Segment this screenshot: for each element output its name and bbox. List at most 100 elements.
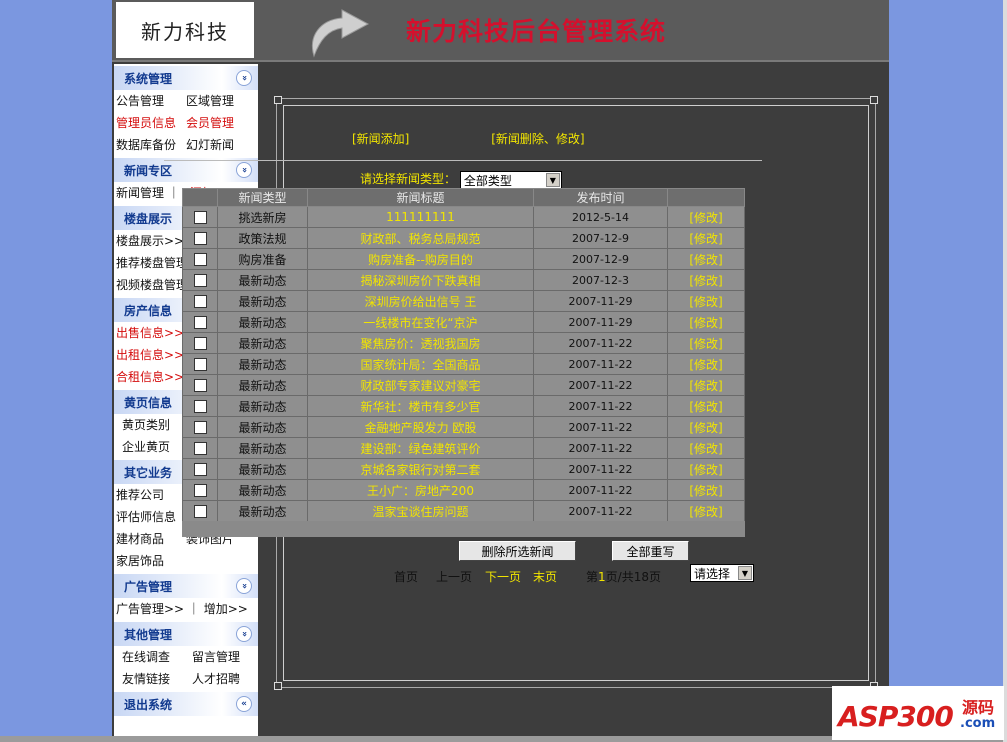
news-title-cell[interactable]: 国家统计局：全国商品 — [307, 353, 534, 375]
news-action-cell[interactable]: [修改] — [667, 206, 745, 228]
chevron-down-icon[interactable]: » — [236, 162, 252, 178]
news-title-cell[interactable]: 聚焦房价：透视我国房 — [307, 332, 534, 354]
row-checkbox[interactable] — [193, 463, 207, 476]
sidebar-link[interactable]: 推荐公司 — [116, 484, 186, 506]
sidebar-link[interactable]: 留言管理 — [192, 646, 240, 668]
news-title-cell[interactable]: 111111111 — [307, 206, 534, 228]
news-title-cell[interactable]: 购房准备--购房目的 — [307, 248, 534, 270]
news-title-cell[interactable]: 金融地产股发力 欧股 — [307, 416, 534, 438]
row-checkbox[interactable] — [193, 505, 207, 518]
row-checkbox[interactable] — [193, 253, 207, 266]
news-date-cell: 2007-11-29 — [533, 311, 668, 333]
sidebar-link[interactable]: 视频楼盘管理 ｜ — [116, 274, 204, 296]
news-title-cell[interactable]: 温家宝谈住房问题 — [307, 500, 534, 522]
news-title-cell[interactable]: 深圳房价给出信号 王 — [307, 290, 534, 312]
news-type-cell: 最新动态 — [217, 374, 308, 396]
sidebar-section-header[interactable]: 广告管理 » — [114, 574, 258, 598]
delete-selected-button[interactable]: 删除所选新闻 — [459, 541, 576, 561]
row-checkbox[interactable] — [193, 211, 207, 224]
sidebar-link[interactable]: 会员管理 — [186, 112, 234, 134]
top-banner: 新力科技 新力科技后台管理系统 — [112, 0, 889, 62]
sidebar-link[interactable]: 楼盘展示>> ｜ — [116, 230, 200, 252]
select-cell — [182, 311, 218, 333]
news-action-cell[interactable]: [修改] — [667, 290, 745, 312]
select-cell — [182, 416, 218, 438]
row-checkbox[interactable] — [193, 379, 207, 392]
news-title-cell[interactable]: 一线楼市在变化“京沪 — [307, 311, 534, 333]
reset-all-button[interactable]: 全部重写 — [612, 541, 689, 561]
sidebar-link[interactable]: 家居饰品 — [116, 550, 164, 572]
news-action-cell[interactable]: [修改] — [667, 374, 745, 396]
news-title-cell[interactable]: 财政部专家建议对豪宅 — [307, 374, 534, 396]
news-action-cell[interactable]: [修改] — [667, 227, 745, 249]
row-checkbox[interactable] — [193, 400, 207, 413]
news-action-cell[interactable]: [修改] — [667, 311, 745, 333]
page-select[interactable]: 请选择 ▼ — [690, 564, 754, 582]
news-title-cell[interactable]: 财政部、税务总局规范 — [307, 227, 534, 249]
news-action-cell[interactable]: [修改] — [667, 353, 745, 375]
last-page-link[interactable]: 末页 — [533, 568, 557, 585]
row-checkbox[interactable] — [193, 358, 207, 371]
sidebar-link[interactable]: 广告管理>> ｜ 增加>> — [116, 598, 248, 620]
news-title-cell[interactable]: 新华社：楼市有多少官 — [307, 395, 534, 417]
news-action-cell[interactable]: [修改] — [667, 416, 745, 438]
sidebar-link[interactable]: 数据库备份 — [116, 134, 186, 156]
news-action-cell[interactable]: [修改] — [667, 500, 745, 522]
row-checkbox[interactable] — [193, 232, 207, 245]
news-title-cell[interactable]: 京城各家银行对第二套 — [307, 458, 534, 480]
news-title-cell[interactable]: 建设部：绿色建筑评价 — [307, 437, 534, 459]
row-checkbox[interactable] — [193, 337, 207, 350]
sidebar-link[interactable]: 幻灯新闻 — [186, 134, 234, 156]
sidebar-link[interactable]: 区域管理 — [186, 90, 234, 112]
news-date-cell: 2007-11-22 — [533, 353, 668, 375]
row-checkbox[interactable] — [193, 274, 207, 287]
news-date-cell: 2007-11-22 — [533, 437, 668, 459]
chevron-down-icon[interactable]: ▼ — [545, 172, 560, 187]
sidebar-link[interactable]: 公告管理 — [116, 90, 186, 112]
next-page-link[interactable]: 下一页 — [485, 568, 521, 585]
sidebar-link[interactable]: 人才招聘 — [192, 668, 240, 690]
sidebar-link[interactable]: 友情链接 — [122, 668, 192, 690]
sidebar-link[interactable]: 在线调查 — [122, 646, 192, 668]
chevron-down-icon[interactable]: » — [236, 626, 252, 642]
add-news-link[interactable]: [新闻添加] — [352, 132, 409, 146]
news-action-cell[interactable]: [修改] — [667, 479, 745, 501]
row-checkbox[interactable] — [193, 484, 207, 497]
row-checkbox[interactable] — [193, 421, 207, 434]
sidebar-link[interactable]: 建材商品 — [116, 528, 186, 550]
sidebar-section-header[interactable]: 新闻专区 » — [114, 158, 258, 182]
news-date-cell: 2007-11-22 — [533, 416, 668, 438]
sidebar-section-header[interactable]: 退出系统 « — [114, 692, 258, 716]
row-checkbox[interactable] — [193, 295, 207, 308]
row-checkbox[interactable] — [193, 316, 207, 329]
news-action-cell[interactable]: [修改] — [667, 437, 745, 459]
news-action-cell[interactable]: [修改] — [667, 269, 745, 291]
sidebar-link[interactable]: 评估师信息 — [116, 506, 186, 528]
sidebar-link[interactable]: 管理员信息 — [116, 112, 186, 134]
news-action-cell[interactable]: [修改] — [667, 458, 745, 480]
news-action-cell[interactable]: [修改] — [667, 332, 745, 354]
chevron-down-icon[interactable]: » — [236, 578, 252, 594]
sidebar-link[interactable]: 合租信息>> — [116, 366, 186, 388]
sidebar-link[interactable]: 出售信息>> — [116, 322, 186, 344]
select-cell — [182, 206, 218, 228]
chevron-left-icon[interactable]: « — [236, 696, 252, 712]
chevron-down-icon[interactable]: ▼ — [738, 566, 752, 580]
sidebar-section-header[interactable]: 系统管理 » — [114, 66, 258, 90]
news-title-cell[interactable]: 王小广：房地产200 — [307, 479, 534, 501]
news-action-cell[interactable]: [修改] — [667, 395, 745, 417]
chevron-down-icon[interactable]: » — [236, 70, 252, 86]
select-cell — [182, 227, 218, 249]
prev-page-link[interactable]: 上一页 — [436, 568, 472, 585]
news-title-cell[interactable]: 揭秘深圳房价下跌真相 — [307, 269, 534, 291]
sidebar-link[interactable]: 出租信息>> — [116, 344, 186, 366]
news-action-cell[interactable]: [修改] — [667, 248, 745, 270]
first-page-link[interactable]: 首页 — [394, 568, 418, 585]
row-checkbox[interactable] — [193, 442, 207, 455]
sidebar-section-title: 其它业务 — [124, 466, 173, 480]
edit-news-link[interactable]: [新闻删除、修改] — [491, 132, 584, 146]
sidebar-link[interactable]: 新闻管理 ｜ — [116, 182, 186, 204]
sidebar-section-header[interactable]: 其他管理 » — [114, 622, 258, 646]
news-date-cell: 2007-11-22 — [533, 479, 668, 501]
news-type-select[interactable]: 全部类型 ▼ — [459, 170, 562, 189]
